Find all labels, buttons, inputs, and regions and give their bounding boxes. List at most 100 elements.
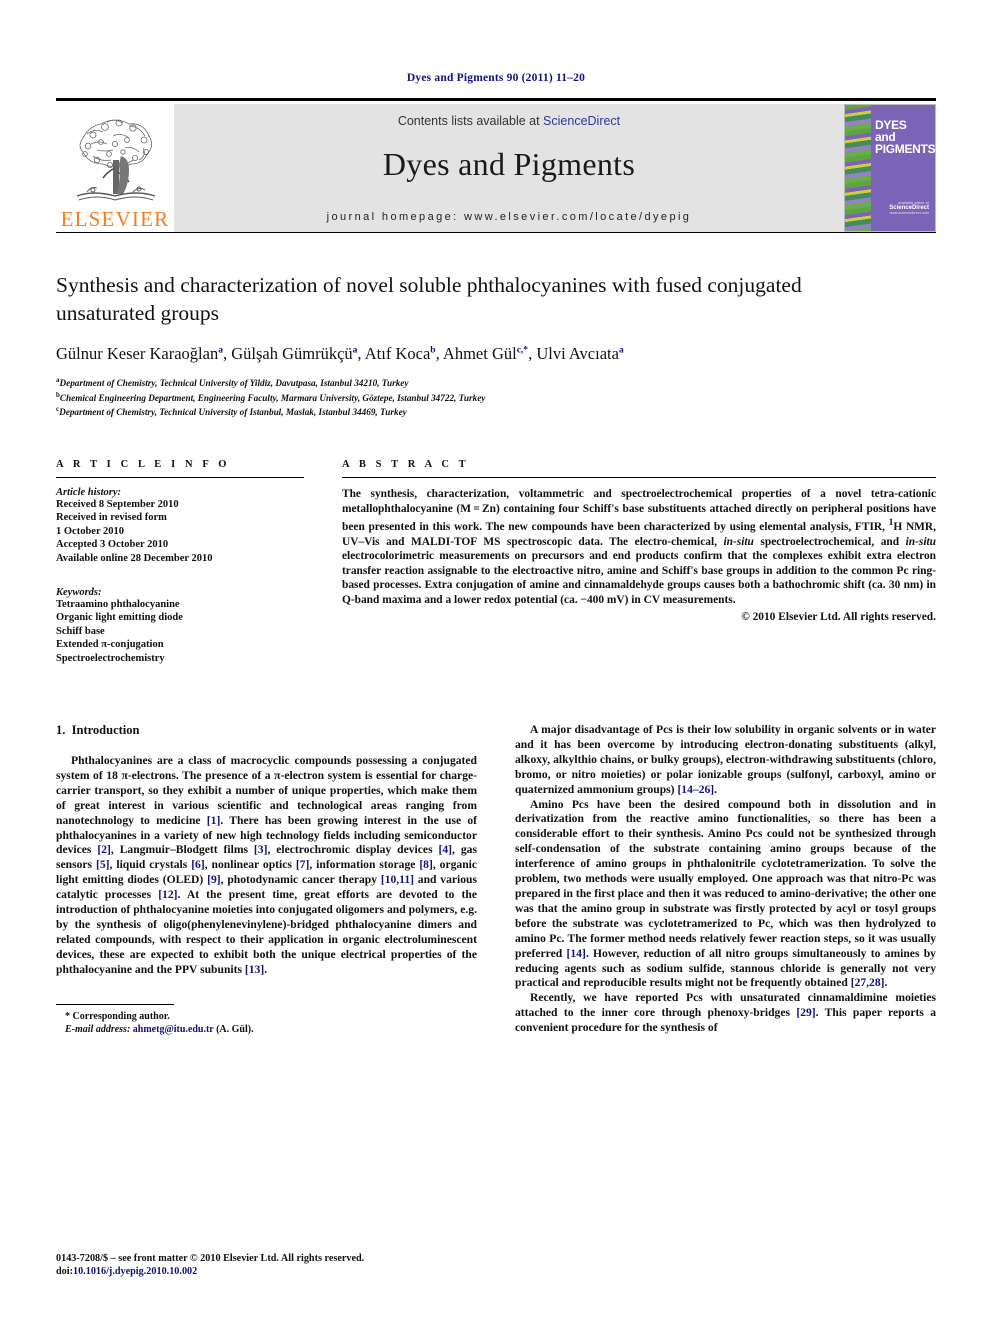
citation-link[interactable]: [14–26] — [677, 783, 714, 796]
journal-homepage-link[interactable]: journal homepage: www.elsevier.com/locat… — [174, 211, 844, 223]
paragraph: Phthalocyanines are a class of macrocycl… — [56, 754, 477, 978]
email-label: E-mail address: — [65, 1023, 131, 1035]
sciencedirect-link[interactable]: ScienceDirect — [543, 114, 620, 128]
corresponding-author-note: * Corresponding author. — [65, 1010, 170, 1022]
email-owner: (A. Gül). — [216, 1023, 254, 1035]
citation-link[interactable]: [8] — [419, 858, 433, 871]
citation-link[interactable]: [7] — [296, 858, 310, 871]
right-column: A major disadvantage of Pcs is their low… — [515, 723, 936, 1036]
doi-link[interactable]: 10.1016/j.dyepig.2010.10.002 — [73, 1266, 197, 1277]
footnote-rule — [56, 1003, 174, 1005]
citation-link[interactable]: [29] — [796, 1006, 815, 1019]
author-name: Gülşah Gümrükçü — [231, 344, 353, 363]
paragraph: A major disadvantage of Pcs is their low… — [515, 723, 936, 798]
abstract-heading: A B S T R A C T — [342, 458, 470, 470]
article-history-item: 1 October 2010 — [56, 525, 125, 537]
page-title: Synthesis and characterization of novel … — [56, 273, 802, 325]
author-name: Ulvi Avcıata — [536, 344, 619, 363]
info-abstract-block: A R T I C L E I N F O Article history: R… — [56, 459, 936, 665]
citation-link[interactable]: [6] — [191, 858, 205, 871]
doi-line: doi:10.1016/j.dyepig.2010.10.002 — [56, 1265, 364, 1278]
abstract-text: The synthesis, characterization, voltamm… — [342, 487, 936, 608]
issn-line: 0143-7208/$ – see front matter © 2010 El… — [56, 1253, 365, 1264]
paragraph-segment: , electrochromic display devices — [267, 843, 439, 857]
author-name: Gülnur Keser Karaoğlan — [56, 344, 219, 363]
journal-masthead: ELSEVIER Contents lists available at Sci… — [56, 98, 936, 233]
abstract-rule — [342, 476, 936, 478]
citation-link[interactable]: [14] — [566, 947, 585, 960]
footnote-block: * Corresponding author. E-mail address: … — [56, 1010, 477, 1036]
citation-link[interactable]: [1] — [207, 814, 221, 827]
citation-link[interactable]: [9] — [207, 873, 221, 886]
author-separator: , — [357, 344, 365, 363]
paragraph-segment: Amino Pcs have been the desired compound… — [515, 797, 936, 960]
keyword-item: Spectroelectrochemistry — [56, 652, 165, 664]
paragraph-segment: , Langmuir–Blodgett films — [110, 843, 254, 857]
author: Gülnur Keser Karaoğlana, — [56, 344, 231, 363]
paragraph-segment: . — [264, 962, 268, 976]
article-info-rule — [56, 476, 304, 478]
abstract-segment: The synthesis, characterization, voltamm… — [342, 487, 936, 533]
keyword-item: Organic light emitting diode — [56, 612, 183, 624]
paragraph-segment: . — [884, 976, 888, 990]
abstract-italic: in-situ — [905, 535, 936, 548]
keywords-label: Keywords: — [56, 587, 102, 598]
affiliation: bChemical Engineering Department, Engine… — [56, 390, 936, 405]
masthead-top-rule — [56, 98, 936, 101]
keywords-block: Keywords: Tetraamino phthalocyanine Orga… — [56, 587, 304, 665]
article-history-label: Article history: — [56, 486, 122, 498]
citation-link[interactable]: [4] — [439, 843, 453, 856]
elsevier-tree-icon — [76, 119, 156, 201]
author-list: Gülnur Keser Karaoğlana, Gülşah Gümrükçü… — [56, 344, 936, 364]
author: Ulvi Avcıataa — [536, 344, 623, 363]
journal-title: Dyes and Pigments — [382, 146, 636, 182]
email-note: E-mail address: ahmetg@itu.edu.tr (A. Gü… — [65, 1023, 477, 1036]
affiliation-list: aDepartment of Chemistry, Technical Univ… — [56, 375, 936, 419]
article-history-item: Received in revised form — [56, 512, 167, 524]
affiliation-text: Department of Chemistry, Technical Unive… — [59, 407, 407, 418]
paragraph-segment: , nonlinear optics — [204, 858, 296, 872]
contents-available-line: Contents lists available at ScienceDirec… — [398, 114, 620, 128]
citation-link[interactable]: [13] — [245, 963, 264, 976]
citation-link[interactable]: [10,11] — [381, 873, 414, 886]
article-history-item: Available online 28 December 2010 — [56, 552, 213, 564]
masthead-bottom-rule — [56, 232, 936, 233]
paragraph-segment: A major disadvantage of Pcs is their low… — [515, 723, 936, 796]
author: Atıf Kocab, — [365, 344, 443, 363]
author: Ahmet Gülc,*, — [443, 344, 536, 363]
cover-footer: available online at ScienceDirect www.sc… — [889, 201, 929, 215]
article-page: Dyes and Pigments 90 (2011) 11–20 ELSEVI… — [0, 0, 992, 1323]
citation-link[interactable]: [3] — [254, 843, 268, 856]
author-name: Ahmet Gül — [442, 344, 517, 363]
keyword-item: Extended π-conjugation — [56, 639, 164, 651]
article-info-heading: A R T I C L E I N F O — [56, 458, 231, 470]
citation-link[interactable]: [5] — [96, 858, 110, 871]
journal-cover-thumbnail: DYES and PIGMENTS available online at Sc… — [844, 104, 936, 232]
paragraph-segment: , liquid crystals — [109, 858, 192, 872]
elsevier-logo: ELSEVIER — [56, 104, 174, 232]
paragraph: Amino Pcs have been the desired compound… — [515, 798, 936, 992]
article-history-item: Accepted 3 October 2010 — [56, 539, 169, 551]
citation-link[interactable]: [27,28] — [851, 976, 885, 989]
abstract-copyright: © 2010 Elsevier Ltd. All rights reserved… — [741, 610, 936, 623]
affiliation: cDepartment of Chemistry, Technical Univ… — [56, 404, 936, 419]
paragraph: Recently, we have reported Pcs with unsa… — [515, 991, 936, 1036]
cover-url: www.sciencedirect.com — [889, 211, 929, 215]
citation-link[interactable]: [2] — [97, 843, 111, 856]
abstract-italic: in-situ — [723, 535, 754, 548]
author-separator: , — [435, 344, 443, 363]
affiliation: aDepartment of Chemistry, Technical Univ… — [56, 375, 936, 390]
section-heading-introduction: 1. Introduction — [56, 723, 477, 738]
paragraph-segment: . — [714, 782, 718, 796]
cover-title: DYES and PIGMENTS — [875, 119, 935, 155]
paragraph-segment: , information storage — [309, 858, 420, 872]
article-info-column: A R T I C L E I N F O Article history: R… — [56, 459, 304, 665]
citation-link[interactable]: [12] — [158, 888, 177, 901]
email-link[interactable]: ahmetg@itu.edu.tr — [133, 1024, 214, 1035]
abstract-segment: electrocolorimetric measurements on prec… — [342, 550, 936, 606]
body-columns: 1. Introduction Phthalocyanines are a cl… — [56, 723, 936, 1036]
running-head: Dyes and Pigments 90 (2011) 11–20 — [406, 72, 586, 84]
article-history-item: Received 8 September 2010 — [56, 498, 179, 510]
elsevier-wordmark: ELSEVIER — [60, 207, 170, 231]
paragraph-segment: , photodynamic cancer therapy — [220, 873, 381, 887]
